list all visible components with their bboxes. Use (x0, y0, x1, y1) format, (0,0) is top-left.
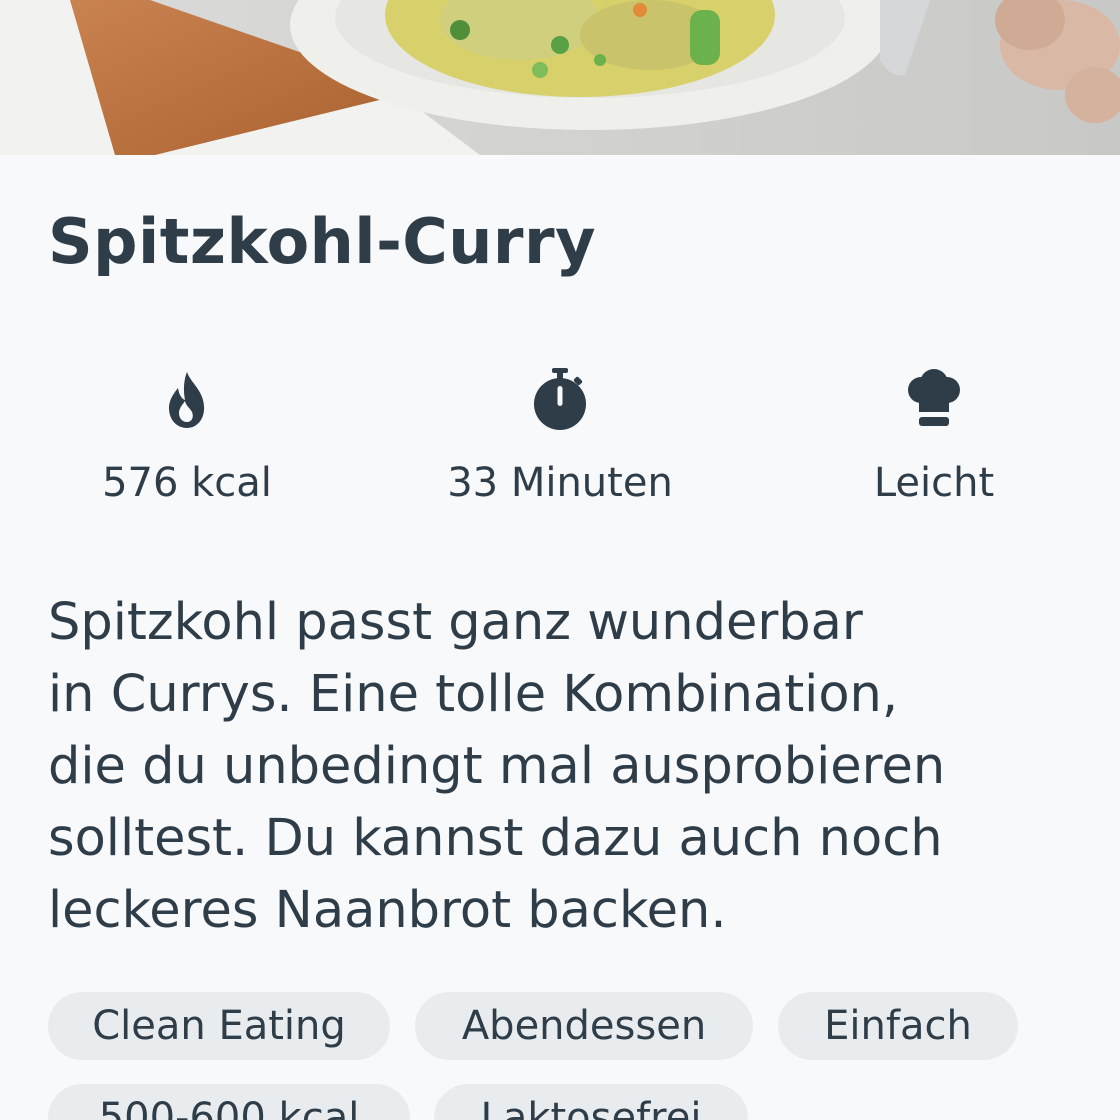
stopwatch-icon (534, 368, 586, 430)
description-line: solltest. Du kannst dazu auch noch (48, 809, 943, 868)
recipe-title: Spitzkohl-Curry (48, 205, 597, 278)
recipe-page: Spitzkohl-Curry 576 kcal 33 Minuten Leic… (0, 0, 1120, 1120)
tag-einfach[interactable]: Einfach (778, 992, 1018, 1060)
tag-laktosefrei[interactable]: Laktosefrei (434, 1084, 748, 1120)
tag-calorie-range[interactable]: 500-600 kcal (48, 1084, 410, 1120)
tag-clean-eating[interactable]: Clean Eating (48, 992, 390, 1060)
calories-stat: 576 kcal (37, 366, 337, 506)
flame-icon (169, 372, 205, 428)
recipe-description: Spitzkohl passt ganz wunderbar in Currys… (48, 587, 1078, 947)
description-line: Spitzkohl passt ganz wunderbar (48, 593, 863, 652)
description-line: leckeres Naanbrot backen. (48, 881, 727, 940)
difficulty-stat: Leicht (784, 366, 1084, 506)
calories-label: 576 kcal (102, 460, 272, 506)
tag-abendessen[interactable]: Abendessen (415, 992, 753, 1060)
time-label: 33 Minuten (447, 460, 673, 506)
recipe-hero-image (0, 0, 1120, 155)
chef-hat-icon (908, 369, 960, 426)
description-line: in Currys. Eine tolle Kombination, (48, 665, 899, 724)
description-line: die du unbedingt mal ausprobieren (48, 737, 946, 796)
difficulty-label: Leicht (873, 460, 995, 506)
time-stat: 33 Minuten (410, 366, 710, 506)
